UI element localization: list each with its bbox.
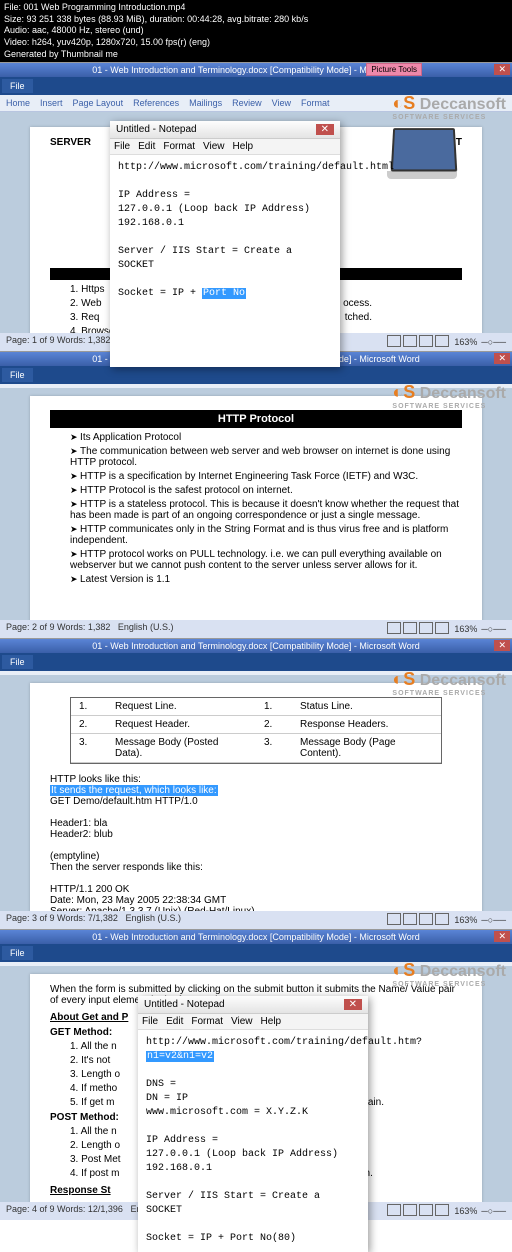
notepad-window[interactable]: Untitled - Notepad ✕ FileEditFormatViewHe… [138, 996, 368, 1252]
notepad-title: Untitled - Notepad [144, 999, 225, 1010]
picture-tools-tab[interactable]: Picture Tools [366, 63, 422, 76]
status-bar: Page: 3 of 9 Words: 7/1,382 English (U.S… [0, 911, 512, 929]
file-tab[interactable]: File [2, 368, 33, 382]
tab-references[interactable]: References [133, 98, 179, 108]
document-page: HTTP Protocol Its Application Protocol T… [30, 396, 482, 624]
notepad-close-icon[interactable]: ✕ [344, 999, 362, 1010]
notepad-menu[interactable]: FileEditFormatViewHelp [138, 1014, 368, 1030]
tab-insert[interactable]: Insert [40, 98, 63, 108]
window-title: 01 - Web Introduction and Terminology.do… [0, 63, 512, 77]
notepad-window[interactable]: Untitled - Notepad ✕ FileEditFormatViewHe… [110, 121, 340, 367]
notepad-title: Untitled - Notepad [116, 124, 197, 135]
laptop-image [392, 127, 472, 187]
brand-logo: ◐S DeccansoftSOFTWARE SERVICES [392, 669, 506, 697]
notepad-text[interactable]: http://www.microsoft.com/training/defaul… [110, 155, 340, 367]
close-icon[interactable]: ✕ [494, 640, 510, 651]
file-tab[interactable]: File [2, 79, 33, 93]
req-resp-table: 1.Request Line.1.Status Line. 2.Request … [70, 697, 442, 764]
status-bar: Page: 2 of 9 Words: 1,382 English (U.S.)… [0, 620, 512, 638]
window-title: 01 - Web Introduction and Terminology.do… [0, 930, 512, 944]
tab-page-layout[interactable]: Page Layout [73, 98, 124, 108]
tab-mailings[interactable]: Mailings [189, 98, 222, 108]
notepad-text[interactable]: http://www.microsoft.com/training/defaul… [138, 1030, 368, 1252]
close-icon[interactable]: ✕ [494, 353, 510, 364]
tab-view[interactable]: View [272, 98, 291, 108]
brand-logo: ◐S DeccansoftSOFTWARE SERVICES [392, 382, 506, 410]
brand-logo: ◐S DeccansoftSOFTWARE SERVICES [392, 93, 506, 121]
window-title: 01 - Web Introduction and Terminology.do… [0, 639, 512, 653]
brand-logo: ◐S DeccansoftSOFTWARE SERVICES [392, 960, 506, 988]
file-tab[interactable]: File [2, 946, 33, 960]
tab-home[interactable]: Home [6, 98, 30, 108]
file-tab[interactable]: File [2, 655, 33, 669]
close-icon[interactable]: ✕ [494, 931, 510, 942]
close-icon[interactable]: ✕ [494, 64, 510, 75]
notepad-close-icon[interactable]: ✕ [316, 124, 334, 135]
tab-format[interactable]: Format [301, 98, 330, 108]
tab-review[interactable]: Review [232, 98, 262, 108]
notepad-menu[interactable]: FileEditFormatViewHelp [110, 139, 340, 155]
view-icons[interactable] [386, 335, 450, 349]
zoom-level[interactable]: 163% [454, 337, 477, 347]
document-page: 1.Request Line.1.Status Line. 2.Request … [30, 683, 482, 915]
vlc-overlay: File: 001 Web Programming Introduction.m… [0, 0, 512, 62]
